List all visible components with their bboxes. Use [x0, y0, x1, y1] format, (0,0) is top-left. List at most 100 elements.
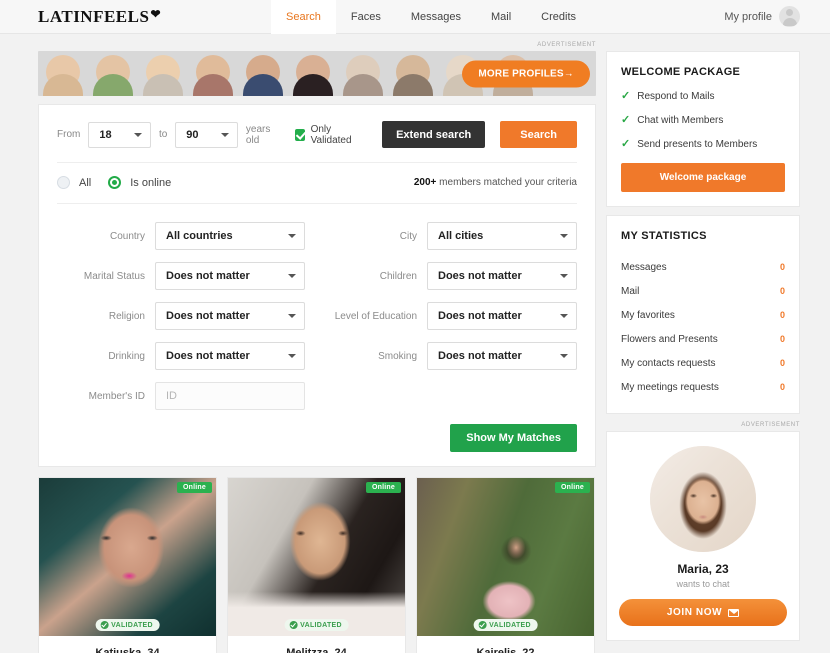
- from-label: From: [57, 129, 81, 140]
- welcome-feature: ✓ Send presents to Members: [621, 138, 785, 151]
- profile-card[interactable]: Online VALIDATED Melitzza, 24: [227, 477, 406, 653]
- filter-drinking: Drinking Does not matter: [57, 336, 305, 376]
- filter-religion-label: Religion: [108, 310, 145, 322]
- member-id-placeholder: ID: [166, 390, 177, 402]
- more-profiles-button[interactable]: MORE PROFILES→: [462, 60, 590, 87]
- site-logo[interactable]: LATINFEELS ❤: [38, 7, 161, 27]
- filter-religion: Religion Does not matter: [57, 296, 305, 336]
- profile-photo[interactable]: Online VALIDATED: [228, 478, 405, 636]
- page-body: ADVERTISEMENT MORE PROFILES→ From 18 to …: [0, 34, 830, 653]
- profile-photo[interactable]: Online VALIDATED: [417, 478, 594, 636]
- banner-thumb[interactable]: [38, 51, 88, 96]
- nav-item-credits[interactable]: Credits: [526, 0, 591, 34]
- stat-row-flowers-and-presents[interactable]: Flowers and Presents 0: [621, 327, 785, 351]
- ad-profile-photo[interactable]: [650, 446, 756, 552]
- check-icon: ✓: [621, 114, 631, 126]
- search-button[interactable]: Search: [500, 121, 577, 148]
- online-filter-row: All Is online 200+ members matched your …: [57, 163, 577, 204]
- filter-children-label: Children: [379, 270, 417, 282]
- banner-thumb[interactable]: [388, 51, 438, 96]
- nav-item-search[interactable]: Search: [271, 0, 336, 34]
- profile-card[interactable]: Online VALIDATED Kairelis, 22: [416, 477, 595, 653]
- banner-thumb[interactable]: [88, 51, 138, 96]
- filter-country-select[interactable]: All countries: [155, 222, 305, 250]
- ad-profile-name: Maria, 23: [677, 562, 729, 576]
- matched-count: 200+: [413, 177, 437, 188]
- validated-badge: VALIDATED: [284, 619, 349, 631]
- filter-marital-status-select[interactable]: Does not matter: [155, 262, 305, 290]
- filter-children-select[interactable]: Does not matter: [427, 262, 577, 290]
- filter-member-id-label: Member's ID: [88, 390, 145, 402]
- stat-label: Mail: [621, 285, 640, 297]
- filter-drinking-select[interactable]: Does not matter: [155, 342, 305, 370]
- filter-drinking-label: Drinking: [108, 350, 145, 362]
- my-profile-link[interactable]: My profile: [724, 6, 800, 27]
- chevron-down-icon: [560, 274, 568, 278]
- welcome-package-button[interactable]: Welcome package: [621, 163, 785, 192]
- filter-education-select[interactable]: Does not matter: [427, 302, 577, 330]
- stat-label: Messages: [621, 261, 667, 273]
- show-matches-row: Show My Matches: [57, 416, 577, 452]
- online-badge: Online: [366, 482, 401, 493]
- stat-label: Flowers and Presents: [621, 333, 718, 345]
- stat-row-my-contacts-requests[interactable]: My contacts requests 0: [621, 351, 785, 375]
- profile-name: Melitzza, 24: [286, 647, 347, 653]
- radio-all-label: All: [79, 176, 92, 189]
- age-filter-row: From 18 to 90 years old Only Validated E…: [57, 121, 577, 163]
- banner-thumb[interactable]: [288, 51, 338, 96]
- age-to-value: 90: [186, 128, 199, 141]
- user-avatar-icon[interactable]: [779, 6, 800, 27]
- filter-member-id: Member's ID ID: [57, 376, 305, 416]
- join-now-button[interactable]: JOIN NOW: [619, 599, 787, 626]
- nav-item-mail[interactable]: Mail: [476, 0, 526, 34]
- welcome-package-card: WELCOME PACKAGE ✓ Respond to Mails ✓ Cha…: [606, 51, 800, 207]
- my-profile-label: My profile: [724, 10, 772, 23]
- check-icon: ✓: [621, 138, 631, 150]
- only-validated-checkbox[interactable]: Only Validated: [294, 124, 362, 146]
- extend-search-button[interactable]: Extend search: [382, 121, 486, 148]
- age-to-select[interactable]: 90: [175, 121, 238, 148]
- banner-thumb[interactable]: [188, 51, 238, 96]
- filter-marital-status-value: Does not matter: [166, 270, 250, 282]
- filter-drinking-value: Does not matter: [166, 350, 250, 362]
- filter-country-label: Country: [109, 230, 145, 242]
- filter-city-select[interactable]: All cities: [427, 222, 577, 250]
- envelope-icon: [728, 608, 740, 617]
- show-my-matches-button[interactable]: Show My Matches: [450, 424, 577, 452]
- radio-all[interactable]: [57, 176, 70, 189]
- profile-photo[interactable]: Online VALIDATED: [39, 478, 216, 636]
- profile-card[interactable]: Online VALIDATED Katiuska, 34: [38, 477, 217, 653]
- filter-smoking-select[interactable]: Does not matter: [427, 342, 577, 370]
- years-old-label: years old: [245, 123, 271, 146]
- validated-badge-label: VALIDATED: [300, 621, 342, 629]
- validated-badge-label: VALIDATED: [111, 621, 153, 629]
- filter-religion-select[interactable]: Does not matter: [155, 302, 305, 330]
- checkmark-icon: [294, 128, 305, 141]
- stat-row-mail[interactable]: Mail 0: [621, 279, 785, 303]
- welcome-feature: ✓ Chat with Members: [621, 114, 785, 127]
- chevron-down-icon: [560, 314, 568, 318]
- filter-city-label: City: [399, 230, 417, 242]
- main-nav: Search Faces Messages Mail Credits: [271, 0, 591, 34]
- banner-thumb[interactable]: [338, 51, 388, 96]
- filter-marital-status: Marital Status Does not matter: [57, 256, 305, 296]
- nav-item-messages[interactable]: Messages: [396, 0, 476, 34]
- chevron-down-icon: [288, 234, 296, 238]
- chevron-down-icon: [288, 314, 296, 318]
- filters-empty-cell: [329, 376, 577, 416]
- member-id-input[interactable]: ID: [155, 382, 305, 410]
- filter-education-value: Does not matter: [438, 310, 522, 322]
- radio-is-online[interactable]: [108, 176, 122, 189]
- ad-profile-subtitle: wants to chat: [676, 579, 730, 589]
- age-from-select[interactable]: 18: [88, 121, 151, 148]
- filter-city-value: All cities: [438, 230, 484, 242]
- nav-item-faces[interactable]: Faces: [336, 0, 396, 34]
- stat-row-my-favorites[interactable]: My favorites 0: [621, 303, 785, 327]
- banner-thumb[interactable]: [238, 51, 288, 96]
- stat-row-my-meetings-requests[interactable]: My meetings requests 0: [621, 375, 785, 399]
- filter-children-value: Does not matter: [438, 270, 522, 282]
- promo-banner[interactable]: MORE PROFILES→: [38, 51, 596, 96]
- stat-row-messages[interactable]: Messages 0: [621, 255, 785, 279]
- banner-thumb[interactable]: [138, 51, 188, 96]
- stat-value: 0: [779, 382, 785, 392]
